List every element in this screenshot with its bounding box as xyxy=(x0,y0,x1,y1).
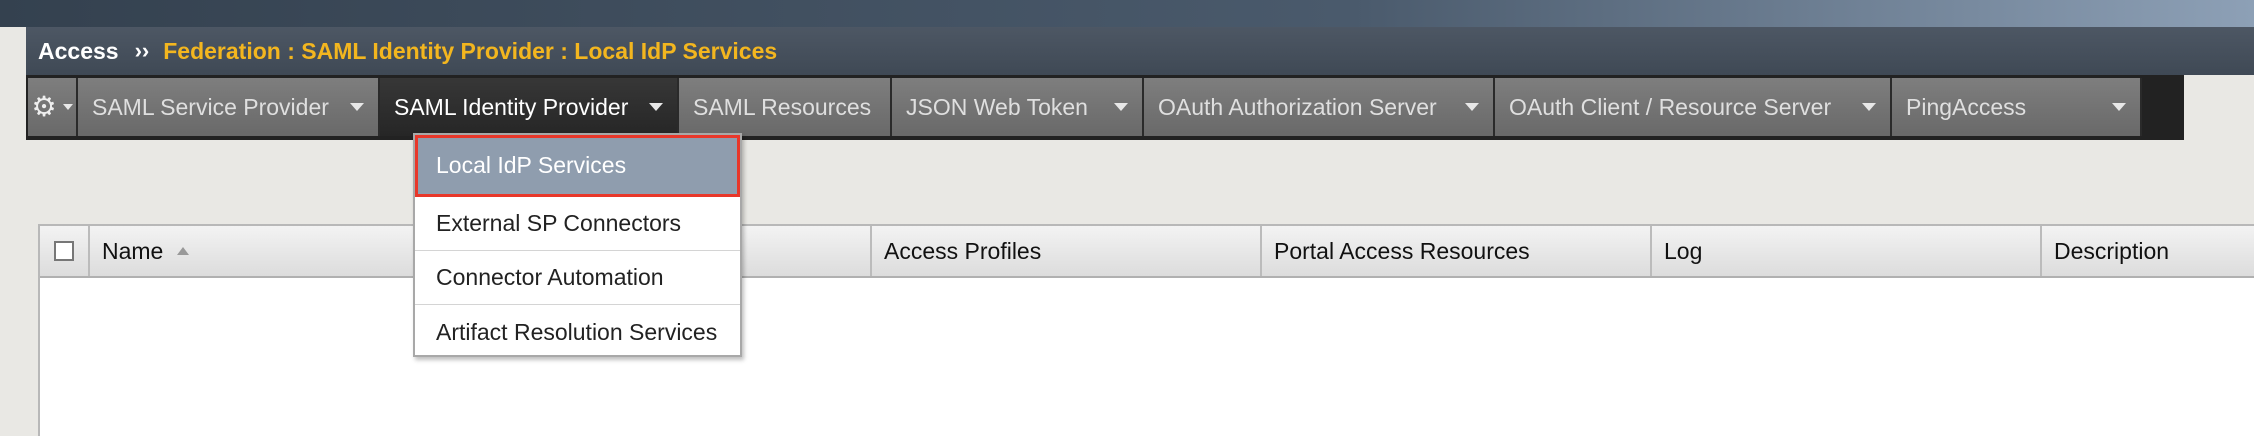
tab-saml-identity-provider[interactable]: SAML Identity Provider xyxy=(380,78,679,136)
saml-idp-dropdown-menu: Local IdP Services External SP Connector… xyxy=(413,133,742,357)
tab-oauth-client-resource-server[interactable]: OAuth Client / Resource Server xyxy=(1495,78,1892,136)
tab-label: OAuth Authorization Server xyxy=(1158,93,1437,120)
tab-label: JSON Web Token xyxy=(906,93,1088,120)
column-header-log[interactable]: Log xyxy=(1652,226,2042,276)
column-header-access-profiles[interactable]: Access Profiles xyxy=(872,226,1262,276)
idp-services-table: Name Access Profiles Portal Access Resou… xyxy=(38,224,2254,436)
menu-item-label: Artifact Resolution Services xyxy=(436,318,718,345)
select-all-column xyxy=(40,226,90,276)
menu-item-label: Local IdP Services xyxy=(436,152,627,178)
column-header-description[interactable]: Description xyxy=(2042,226,2254,276)
chevron-down-icon xyxy=(1465,103,1479,111)
tab-oauth-authorization-server[interactable]: OAuth Authorization Server xyxy=(1144,78,1495,136)
chevron-down-icon xyxy=(2112,103,2126,111)
chevron-down-icon xyxy=(1862,103,1876,111)
menu-item-label: Connector Automation xyxy=(436,264,664,290)
tab-label: OAuth Client / Resource Server xyxy=(1509,93,1832,120)
breadcrumb-separator: ›› xyxy=(134,38,150,63)
menu-item-artifact-resolution-services[interactable]: Artifact Resolution Services xyxy=(415,305,740,359)
chevron-down-icon xyxy=(62,104,73,110)
menu-item-local-idp-services[interactable]: Local IdP Services xyxy=(415,135,740,197)
sort-ascending-icon xyxy=(177,247,190,255)
tab-saml-service-provider[interactable]: SAML Service Provider xyxy=(78,78,380,136)
menu-item-external-sp-connectors[interactable]: External SP Connectors xyxy=(415,197,740,251)
column-header-portal-access-resources[interactable]: Portal Access Resources xyxy=(1262,226,1652,276)
select-all-checkbox[interactable] xyxy=(54,241,74,261)
table-header: Name Access Profiles Portal Access Resou… xyxy=(40,226,2254,278)
tab-json-web-token[interactable]: JSON Web Token xyxy=(892,78,1144,136)
tab-label: PingAccess xyxy=(1906,93,2027,120)
column-label: Access Profiles xyxy=(884,237,1042,264)
column-label: Description xyxy=(2054,237,2170,264)
breadcrumb-root[interactable]: Access xyxy=(38,38,119,65)
tab-label: SAML Resources xyxy=(693,93,872,120)
menu-item-label: External SP Connectors xyxy=(436,210,682,236)
breadcrumb: Access ›› Federation : SAML Identity Pro… xyxy=(26,27,2254,75)
chevron-down-icon xyxy=(649,103,663,111)
settings-menu-button[interactable]: ⚙ xyxy=(28,78,78,136)
column-label: Name xyxy=(102,237,164,264)
chevron-down-icon xyxy=(350,103,364,111)
column-label: Portal Access Resources xyxy=(1274,237,1530,264)
menu-item-connector-automation[interactable]: Connector Automation xyxy=(415,251,740,305)
breadcrumb-path: Federation : SAML Identity Provider : Lo… xyxy=(163,37,778,64)
tab-label: SAML Identity Provider xyxy=(394,93,629,120)
gear-icon: ⚙ xyxy=(31,91,57,122)
main-navbar: ⚙ SAML Service Provider SAML Identity Pr… xyxy=(26,75,2184,140)
chevron-down-icon xyxy=(1114,103,1128,111)
tab-pingaccess[interactable]: PingAccess xyxy=(1892,78,2142,136)
tab-label: SAML Service Provider xyxy=(92,93,329,120)
column-label: Log xyxy=(1664,237,1703,264)
window-top-band xyxy=(0,0,2254,27)
tab-saml-resources[interactable]: SAML Resources xyxy=(679,78,892,136)
